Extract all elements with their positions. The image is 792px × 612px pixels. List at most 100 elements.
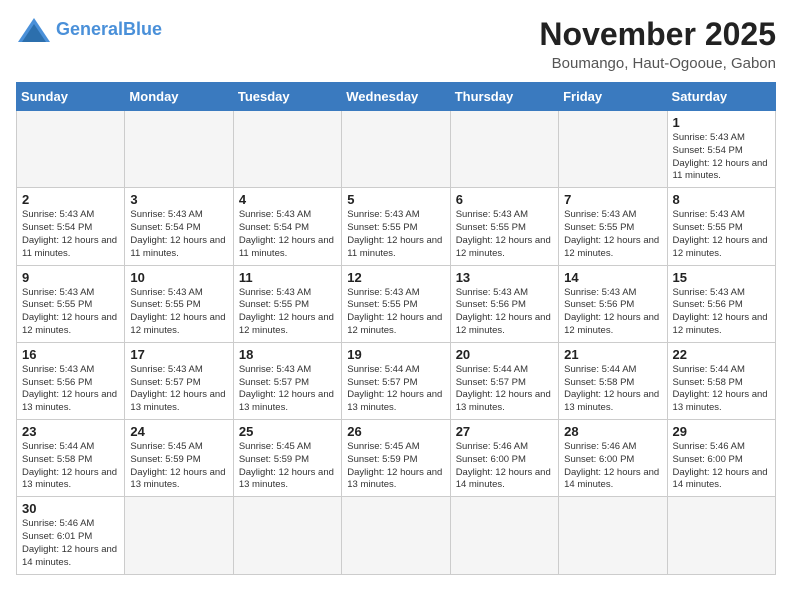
day-number: 17 bbox=[130, 347, 227, 362]
page-header: GeneralBlue November 2025 Boumango, Haut… bbox=[16, 16, 776, 72]
logo-text: GeneralBlue bbox=[56, 20, 162, 40]
day-cell: 6Sunrise: 5:43 AMSunset: 5:55 PMDaylight… bbox=[450, 188, 558, 265]
day-info: Sunrise: 5:43 AMSunset: 5:54 PMDaylight:… bbox=[130, 209, 227, 260]
day-info: Sunrise: 5:43 AMSunset: 5:56 PMDaylight:… bbox=[22, 364, 119, 415]
day-info: Sunrise: 5:43 AMSunset: 5:55 PMDaylight:… bbox=[22, 287, 119, 338]
day-info: Sunrise: 5:44 AMSunset: 5:58 PMDaylight:… bbox=[564, 364, 661, 415]
day-cell: 12 Sunrise: 5:43 AMSunset: 5:55 PMDayligh… bbox=[342, 265, 450, 342]
day-cell: 14Sunrise: 5:43 AMSunset: 5:56 PMDayligh… bbox=[559, 265, 667, 342]
day-info: Sunrise: 5:43 AMSunset: 5:55 PMDaylight:… bbox=[347, 287, 444, 338]
month-title: November 2025 bbox=[539, 16, 776, 53]
week-row-3: 9 Sunrise: 5:43 AMSunset: 5:55 PMDaylight… bbox=[17, 265, 776, 342]
day-number: 24 bbox=[130, 424, 227, 439]
logo-blue: Blue bbox=[123, 19, 162, 39]
weekday-header-monday: Monday bbox=[125, 83, 233, 111]
day-info: Sunrise: 5:43 AMSunset: 5:55 PMDaylight:… bbox=[673, 209, 770, 260]
day-cell: 21 Sunrise: 5:44 AMSunset: 5:58 PMDayligh… bbox=[559, 342, 667, 419]
day-number: 21 bbox=[564, 347, 661, 362]
day-info: Sunrise: 5:46 AMSunset: 6:00 PMDaylight:… bbox=[456, 441, 553, 492]
day-cell: 3 Sunrise: 5:43 AMSunset: 5:54 PMDaylight… bbox=[125, 188, 233, 265]
day-number: 8 bbox=[673, 192, 770, 207]
day-info: Sunrise: 5:43 AMSunset: 5:55 PMDaylight:… bbox=[130, 287, 227, 338]
day-number: 9 bbox=[22, 270, 119, 285]
day-number: 28 bbox=[564, 424, 661, 439]
day-info: Sunrise: 5:45 AMSunset: 5:59 PMDaylight:… bbox=[347, 441, 444, 492]
day-cell bbox=[17, 111, 125, 188]
day-info: Sunrise: 5:43 AMSunset: 5:54 PMDaylight:… bbox=[22, 209, 119, 260]
day-cell bbox=[125, 497, 233, 574]
day-cell: 22Sunrise: 5:44 AMSunset: 5:58 PMDayligh… bbox=[667, 342, 775, 419]
day-number: 18 bbox=[239, 347, 336, 362]
day-number: 5 bbox=[347, 192, 444, 207]
day-cell: 2Sunrise: 5:43 AMSunset: 5:54 PMDaylight… bbox=[17, 188, 125, 265]
week-row-5: 23Sunrise: 5:44 AMSunset: 5:58 PMDayligh… bbox=[17, 420, 776, 497]
day-info: Sunrise: 5:44 AMSunset: 5:57 PMDaylight:… bbox=[347, 364, 444, 415]
day-number: 3 bbox=[130, 192, 227, 207]
day-number: 14 bbox=[564, 270, 661, 285]
location-title: Boumango, Haut-Ogooue, Gabon bbox=[539, 55, 776, 72]
weekday-header-friday: Friday bbox=[559, 83, 667, 111]
day-info: Sunrise: 5:43 AMSunset: 5:55 PMDaylight:… bbox=[347, 209, 444, 260]
day-cell: 24Sunrise: 5:45 AMSunset: 5:59 PMDayligh… bbox=[125, 420, 233, 497]
day-cell: 20Sunrise: 5:44 AMSunset: 5:57 PMDayligh… bbox=[450, 342, 558, 419]
day-cell: 9 Sunrise: 5:43 AMSunset: 5:55 PMDaylight… bbox=[17, 265, 125, 342]
day-info: Sunrise: 5:45 AMSunset: 5:59 PMDaylight:… bbox=[239, 441, 336, 492]
day-info: Sunrise: 5:46 AMSunset: 6:00 PMDaylight:… bbox=[564, 441, 661, 492]
calendar-table: SundayMondayTuesdayWednesdayThursdayFrid… bbox=[16, 82, 776, 575]
logo: GeneralBlue bbox=[16, 16, 162, 44]
day-cell: 26Sunrise: 5:45 AMSunset: 5:59 PMDayligh… bbox=[342, 420, 450, 497]
day-number: 29 bbox=[673, 424, 770, 439]
day-cell bbox=[450, 111, 558, 188]
day-cell: 27 Sunrise: 5:46 AMSunset: 6:00 PMDayligh… bbox=[450, 420, 558, 497]
day-cell: 18Sunrise: 5:43 AMSunset: 5:57 PMDayligh… bbox=[233, 342, 341, 419]
day-cell: 15Sunrise: 5:43 AMSunset: 5:56 PMDayligh… bbox=[667, 265, 775, 342]
day-cell: 13Sunrise: 5:43 AMSunset: 5:56 PMDayligh… bbox=[450, 265, 558, 342]
day-cell: 19 Sunrise: 5:44 AMSunset: 5:57 PMDayligh… bbox=[342, 342, 450, 419]
logo-icon bbox=[16, 16, 52, 44]
day-cell: 7Sunrise: 5:43 AMSunset: 5:55 PMDaylight… bbox=[559, 188, 667, 265]
day-cell bbox=[450, 497, 558, 574]
day-cell bbox=[342, 111, 450, 188]
day-info: Sunrise: 5:43 AMSunset: 5:57 PMDaylight:… bbox=[130, 364, 227, 415]
day-number: 16 bbox=[22, 347, 119, 362]
weekday-header-tuesday: Tuesday bbox=[233, 83, 341, 111]
day-number: 15 bbox=[673, 270, 770, 285]
day-info: Sunrise: 5:43 AMSunset: 5:55 PMDaylight:… bbox=[456, 209, 553, 260]
day-number: 27 bbox=[456, 424, 553, 439]
day-cell: 10 Sunrise: 5:43 AMSunset: 5:55 PMDayligh… bbox=[125, 265, 233, 342]
day-cell bbox=[233, 111, 341, 188]
day-number: 19 bbox=[347, 347, 444, 362]
logo-general: General bbox=[56, 19, 123, 39]
day-cell bbox=[559, 111, 667, 188]
week-row-1: 1Sunrise: 5:43 AMSunset: 5:54 PMDaylight… bbox=[17, 111, 776, 188]
day-number: 12 bbox=[347, 270, 444, 285]
title-block: November 2025 Boumango, Haut-Ogooue, Gab… bbox=[539, 16, 776, 72]
week-row-2: 2Sunrise: 5:43 AMSunset: 5:54 PMDaylight… bbox=[17, 188, 776, 265]
day-cell: 4Sunrise: 5:43 AMSunset: 5:54 PMDaylight… bbox=[233, 188, 341, 265]
day-info: Sunrise: 5:43 AMSunset: 5:56 PMDaylight:… bbox=[456, 287, 553, 338]
day-number: 22 bbox=[673, 347, 770, 362]
day-cell: 17 Sunrise: 5:43 AMSunset: 5:57 PMDayligh… bbox=[125, 342, 233, 419]
day-number: 10 bbox=[130, 270, 227, 285]
day-info: Sunrise: 5:43 AMSunset: 5:54 PMDaylight:… bbox=[239, 209, 336, 260]
day-info: Sunrise: 5:46 AMSunset: 6:01 PMDaylight:… bbox=[22, 518, 119, 569]
day-cell bbox=[125, 111, 233, 188]
day-number: 30 bbox=[22, 501, 119, 516]
day-cell: 16 Sunrise: 5:43 AMSunset: 5:56 PMDayligh… bbox=[17, 342, 125, 419]
day-cell: 28 Sunrise: 5:46 AMSunset: 6:00 PMDayligh… bbox=[559, 420, 667, 497]
day-info: Sunrise: 5:43 AMSunset: 5:55 PMDaylight:… bbox=[239, 287, 336, 338]
day-cell: 11Sunrise: 5:43 AMSunset: 5:55 PMDayligh… bbox=[233, 265, 341, 342]
day-cell bbox=[342, 497, 450, 574]
day-cell: 30 Sunrise: 5:46 AMSunset: 6:01 PMDayligh… bbox=[17, 497, 125, 574]
weekday-header-wednesday: Wednesday bbox=[342, 83, 450, 111]
week-row-4: 16 Sunrise: 5:43 AMSunset: 5:56 PMDayligh… bbox=[17, 342, 776, 419]
day-cell: 1Sunrise: 5:43 AMSunset: 5:54 PMDaylight… bbox=[667, 111, 775, 188]
weekday-header-saturday: Saturday bbox=[667, 83, 775, 111]
day-cell bbox=[559, 497, 667, 574]
day-number: 20 bbox=[456, 347, 553, 362]
day-cell bbox=[667, 497, 775, 574]
day-number: 7 bbox=[564, 192, 661, 207]
day-number: 23 bbox=[22, 424, 119, 439]
week-row-6: 30 Sunrise: 5:46 AMSunset: 6:01 PMDayligh… bbox=[17, 497, 776, 574]
day-cell: 5 Sunrise: 5:43 AMSunset: 5:55 PMDaylight… bbox=[342, 188, 450, 265]
